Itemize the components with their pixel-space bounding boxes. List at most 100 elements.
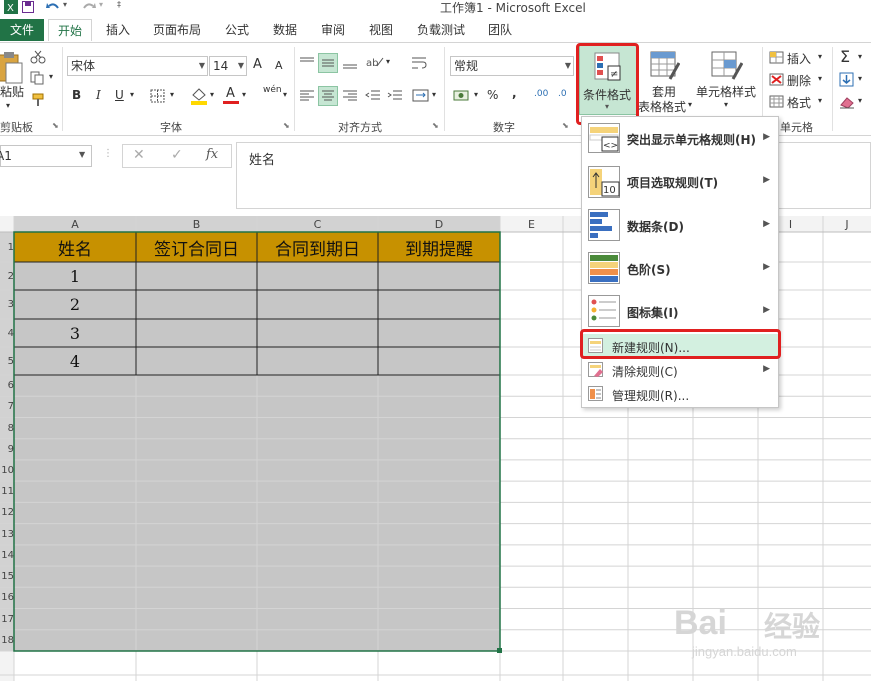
customize-toolbar-icon[interactable]: ‡ xyxy=(117,0,121,9)
undo-dropdown-icon[interactable]: ▾ xyxy=(63,0,67,9)
paste-dropdown-icon[interactable]: ▾ xyxy=(6,101,10,110)
bold-button[interactable]: B xyxy=(72,88,81,102)
tab-page-layout[interactable]: 页面布局 xyxy=(146,19,208,41)
delete-cells-label[interactable]: 删除 xyxy=(787,72,811,89)
italic-button[interactable]: I xyxy=(96,88,101,102)
underline-button[interactable]: U xyxy=(115,88,124,102)
row-header-5[interactable]: 5 xyxy=(0,347,14,375)
column-header-a[interactable]: A xyxy=(14,216,136,232)
format-as-table-dropdown-icon[interactable]: ▾ xyxy=(688,100,692,109)
grow-font-button[interactable]: A xyxy=(253,57,262,72)
tab-review[interactable]: 审阅 xyxy=(314,19,352,41)
cell-a3[interactable]: 2 xyxy=(14,290,136,319)
column-header-d[interactable]: D xyxy=(378,216,500,232)
font-color-dropdown-icon[interactable]: ▾ xyxy=(242,90,246,99)
format-cells-icon[interactable] xyxy=(769,95,785,109)
name-box[interactable]: A1 ▼ xyxy=(0,145,92,167)
align-top-icon[interactable] xyxy=(298,55,316,71)
cell-header-1[interactable]: 姓名 xyxy=(14,232,136,262)
redo-dropdown-icon[interactable]: ▾ xyxy=(99,0,103,9)
tab-view[interactable]: 视图 xyxy=(362,19,400,41)
copy-dropdown-icon[interactable]: ▾ xyxy=(49,72,53,81)
row-header-4[interactable]: 4 xyxy=(0,319,14,347)
cell-header-2[interactable]: 签订合同日 xyxy=(136,232,257,262)
accounting-format-icon[interactable] xyxy=(453,88,471,104)
cell-styles-label[interactable]: 单元格样式 xyxy=(696,83,756,100)
insert-cells-icon[interactable] xyxy=(769,51,785,65)
column-header-e[interactable]: E xyxy=(500,216,563,232)
format-cells-dropdown-icon[interactable]: ▾ xyxy=(818,96,822,105)
fill-down-dropdown-icon[interactable]: ▾ xyxy=(858,74,862,83)
format-as-table-icon[interactable] xyxy=(650,51,680,81)
row-header-2[interactable]: 2 xyxy=(0,262,14,290)
number-launcher-icon[interactable]: ⬊ xyxy=(562,121,569,130)
align-left-icon[interactable] xyxy=(298,88,316,104)
increase-indent-icon[interactable] xyxy=(386,88,404,104)
row-header-13[interactable]: 13 xyxy=(0,524,14,545)
format-cells-label[interactable]: 格式 xyxy=(787,94,811,111)
cell-a4[interactable]: 3 xyxy=(14,319,136,347)
format-as-table-label-2[interactable]: 表格格式 xyxy=(638,98,686,115)
row-header-18[interactable]: 18 xyxy=(0,630,14,651)
cell-a5[interactable]: 4 xyxy=(14,347,136,375)
alignment-launcher-icon[interactable]: ⬊ xyxy=(432,121,439,130)
tab-load-test[interactable]: 负载测试 xyxy=(410,19,472,41)
font-size-select[interactable]: 14 ▼ xyxy=(209,56,247,76)
delete-cells-icon[interactable] xyxy=(769,73,785,87)
column-header-j[interactable]: J xyxy=(823,216,871,232)
insert-cells-dropdown-icon[interactable]: ▾ xyxy=(818,52,822,61)
menu-item-icon-sets[interactable]: 图标集(I) ▶ xyxy=(582,291,778,333)
fill-color-icon[interactable] xyxy=(190,87,208,105)
phonetic-guide-button[interactable]: wén xyxy=(263,85,282,95)
orientation-icon[interactable]: ab xyxy=(365,54,385,70)
menu-item-manage-rules[interactable]: 管理规则(R)... xyxy=(582,382,778,406)
cell-styles-dropdown-icon[interactable]: ▾ xyxy=(724,100,728,109)
comma-button[interactable]: , xyxy=(512,86,517,100)
row-header-11[interactable]: 11 xyxy=(0,481,14,502)
autosum-button[interactable]: Σ xyxy=(840,47,850,66)
clipboard-launcher-icon[interactable]: ⬊ xyxy=(52,121,59,130)
enter-button[interactable]: ✓ xyxy=(171,147,183,163)
percent-button[interactable]: % xyxy=(487,88,498,102)
menu-item-data-bars[interactable]: 数据条(D) ▶ xyxy=(582,205,778,247)
menu-item-top-bottom-rules[interactable]: 10 项目选取规则(T) ▶ xyxy=(582,161,778,203)
clear-icon[interactable] xyxy=(839,95,855,109)
tab-home[interactable]: 开始 xyxy=(48,19,92,41)
insert-cells-label[interactable]: 插入 xyxy=(787,50,811,67)
decrease-indent-icon[interactable] xyxy=(364,88,382,104)
column-header-c[interactable]: C xyxy=(257,216,378,232)
column-header-b[interactable]: B xyxy=(136,216,257,232)
decrease-decimal-button[interactable]: .0 xyxy=(558,89,567,99)
align-bottom-icon[interactable] xyxy=(341,55,359,71)
cell-header-3[interactable]: 合同到期日 xyxy=(257,232,378,262)
font-launcher-icon[interactable]: ⬊ xyxy=(283,121,290,130)
menu-item-clear-rules[interactable]: 清除规则(C) ▶ xyxy=(582,358,778,382)
cell-styles-icon[interactable] xyxy=(711,51,743,81)
paste-label[interactable]: 粘贴 xyxy=(0,83,24,100)
copy-icon[interactable] xyxy=(30,71,46,85)
tab-formulas[interactable]: 公式 xyxy=(218,19,256,41)
orientation-dropdown-icon[interactable]: ▾ xyxy=(386,57,390,66)
cell-header-4[interactable]: 到期提醒 xyxy=(378,232,500,262)
merge-center-icon[interactable] xyxy=(412,88,430,104)
font-color-button[interactable]: A xyxy=(223,86,239,104)
borders-dropdown-icon[interactable]: ▾ xyxy=(170,90,174,99)
tab-insert[interactable]: 插入 xyxy=(100,19,136,41)
row-header-16[interactable]: 16 xyxy=(0,587,14,608)
merge-dropdown-icon[interactable]: ▾ xyxy=(432,90,436,99)
underline-dropdown-icon[interactable]: ▾ xyxy=(130,90,134,99)
row-header-3[interactable]: 3 xyxy=(0,290,14,319)
menu-item-color-scales[interactable]: 色阶(S) ▶ xyxy=(582,247,778,289)
row-header-17[interactable]: 17 xyxy=(0,609,14,630)
font-name-select[interactable]: 宋体 ▼ xyxy=(67,56,208,76)
paste-icon[interactable] xyxy=(0,51,24,85)
accounting-dropdown-icon[interactable]: ▾ xyxy=(474,90,478,99)
row-header-10[interactable]: 10 xyxy=(0,460,14,481)
row-header-14[interactable]: 14 xyxy=(0,545,14,566)
save-icon[interactable] xyxy=(22,1,34,13)
redo-icon[interactable] xyxy=(82,1,96,13)
wrap-text-icon[interactable] xyxy=(410,55,428,71)
phonetic-dropdown-icon[interactable]: ▾ xyxy=(283,90,287,99)
format-painter-icon[interactable] xyxy=(30,93,46,107)
delete-cells-dropdown-icon[interactable]: ▾ xyxy=(818,74,822,83)
